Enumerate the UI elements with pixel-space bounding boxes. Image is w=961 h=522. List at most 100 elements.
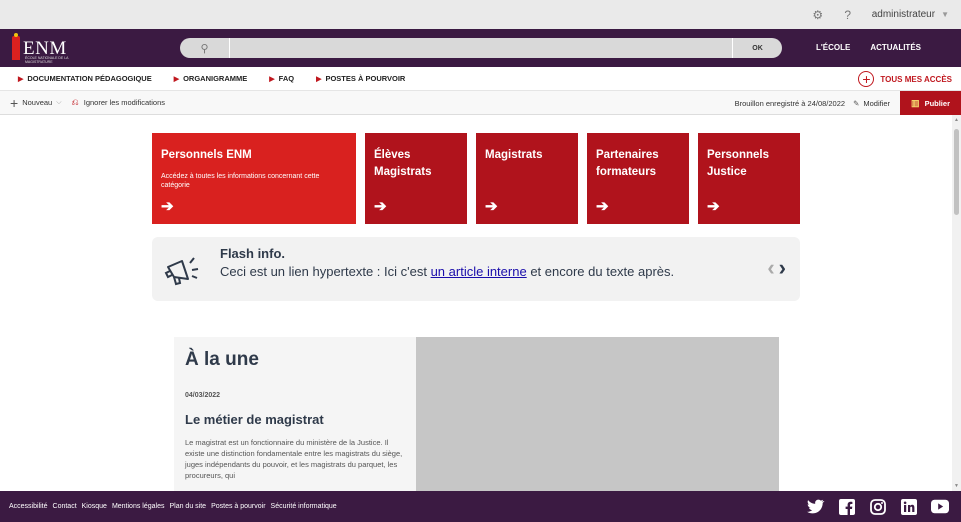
nav-actualites[interactable]: ACTUALITÉS xyxy=(870,43,921,52)
main-nav: ▶ DOCUMENTATION PÉDAGOGIQUE ▶ ORGANIGRAMME… xyxy=(0,67,961,91)
discard-changes-button[interactable]: ⎌ Ignorer les modifications xyxy=(72,97,166,108)
nav-label: POSTES À POURVOIR xyxy=(325,74,406,83)
plus-icon: + xyxy=(10,94,19,111)
youtube-icon[interactable] xyxy=(931,498,949,515)
flash-title: Flash info. xyxy=(220,246,285,261)
flash-text-before: Ceci est un lien hypertexte : Ici c'est xyxy=(220,264,431,279)
scroll-up-icon[interactable]: ▲ xyxy=(954,117,959,123)
chevron-right-icon[interactable]: › xyxy=(779,257,786,279)
search-input[interactable] xyxy=(230,38,732,58)
site-footer: Accessibilité Contact Kiosque Mentions l… xyxy=(0,491,961,522)
footer-link-kiosque[interactable]: Kiosque xyxy=(82,503,107,510)
all-access-label: TOUS MES ACCÈS xyxy=(880,74,952,84)
publish-label: Publier xyxy=(924,98,950,108)
all-access-button[interactable]: + TOUS MES ACCÈS xyxy=(858,71,952,87)
twitter-icon[interactable] xyxy=(807,498,825,515)
footer-link-contact[interactable]: Contact xyxy=(53,503,77,510)
nav-organigramme[interactable]: ▶ ORGANIGRAMME xyxy=(174,74,248,83)
footer-link-plan[interactable]: Plan du site xyxy=(169,503,206,510)
tile-magistrats[interactable]: Magistrats ➔ xyxy=(476,133,578,224)
edit-button[interactable]: ✎ Modifier xyxy=(853,99,890,108)
chevron-left-icon[interactable]: ‹ xyxy=(767,257,774,279)
arrow-right-icon: ➔ xyxy=(596,198,609,215)
article-title[interactable]: Le métier de magistrat xyxy=(185,412,324,427)
page-scrollbar[interactable]: ▲ ▼ xyxy=(952,115,961,491)
chevron-down-icon: ▼ xyxy=(941,10,949,19)
logo-mark-icon xyxy=(12,33,20,60)
header-nav: L'ÉCOLE ACTUALITÉS xyxy=(816,43,921,52)
tile-title: Partenaires formateurs xyxy=(596,149,659,179)
footer-link-accessibilite[interactable]: Accessibilité xyxy=(9,503,48,510)
new-label: Nouveau xyxy=(22,98,53,107)
user-name: administrateur xyxy=(871,9,936,20)
nav-postes[interactable]: ▶ POSTES À POURVOIR xyxy=(316,74,405,83)
linkedin-icon[interactable] xyxy=(900,498,918,515)
flash-article-link[interactable]: un article interne xyxy=(431,264,527,279)
footer-link-securite[interactable]: Sécurité informatique xyxy=(271,503,337,510)
publish-icon: ▥ xyxy=(911,97,920,108)
tile-title: Personnels Justice xyxy=(707,149,769,179)
triangle-right-icon: ▶ xyxy=(173,75,180,83)
section-heading: À la une xyxy=(185,349,259,370)
tile-partenaires-formateurs[interactable]: Partenaires formateurs ➔ xyxy=(587,133,689,224)
nav-label: DOCUMENTATION PÉDAGOGIQUE xyxy=(27,74,152,83)
chevron-down-icon: ⌵ xyxy=(56,98,62,106)
megaphone-icon xyxy=(164,257,199,286)
article-image-placeholder xyxy=(416,337,779,491)
tile-personnels-justice[interactable]: Personnels Justice ➔ xyxy=(698,133,800,224)
tile-title: Élèves Magistrats xyxy=(374,149,432,179)
category-tiles: Personnels ENM Accédez à toutes les info… xyxy=(152,133,809,224)
tile-description: Accédez à toutes les informations concer… xyxy=(161,173,320,190)
site-header: ENM ÉCOLE NATIONALE DE LA MAGISTRATURE ⚲… xyxy=(0,29,961,67)
facebook-icon[interactable] xyxy=(838,498,856,515)
nav-documentation[interactable]: ▶ DOCUMENTATION PÉDAGOGIQUE xyxy=(18,74,152,83)
social-links xyxy=(807,498,949,515)
tile-eleves-magistrats[interactable]: Élèves Magistrats ➔ xyxy=(365,133,467,224)
flash-pager: ‹ › xyxy=(767,257,786,279)
triangle-right-icon: ▶ xyxy=(18,75,24,83)
scroll-down-icon[interactable]: ▼ xyxy=(954,483,959,489)
arrow-right-icon: ➔ xyxy=(374,198,387,215)
discard-icon: ⎌ xyxy=(71,97,79,107)
footer-link-mentions[interactable]: Mentions légales xyxy=(112,503,165,510)
help-icon[interactable]: ? xyxy=(840,8,856,22)
search-icon: ⚲ xyxy=(180,38,230,58)
tile-personnels-enm[interactable]: Personnels ENM Accédez à toutes les info… xyxy=(152,133,356,224)
instagram-icon[interactable] xyxy=(869,498,887,515)
draft-status: Brouillon enregistré à 24/08/2022 xyxy=(734,98,846,108)
edit-toolbar: + Nouveau ⌵ ⎌ Ignorer les modifications … xyxy=(0,91,961,115)
tile-title: Magistrats xyxy=(485,149,543,161)
publish-button[interactable]: ▥ Publier xyxy=(900,91,961,115)
logo-text: ENM xyxy=(23,37,67,59)
nav-label: FAQ xyxy=(278,74,295,83)
discard-label: Ignorer les modifications xyxy=(83,98,166,107)
plus-circle-icon: + xyxy=(858,71,875,87)
nav-faq[interactable]: ▶ FAQ xyxy=(269,74,294,83)
suite-bar: ⚙ ? administrateur ▼ xyxy=(0,0,961,29)
nav-ecole[interactable]: L'ÉCOLE xyxy=(816,43,850,52)
article-excerpt: Le magistrat est un fonctionnaire du min… xyxy=(185,438,403,480)
enm-logo[interactable]: ENM ÉCOLE NATIONALE DE LA MAGISTRATURE xyxy=(12,33,72,64)
arrow-right-icon: ➔ xyxy=(707,198,720,215)
nav-label: ORGANIGRAMME xyxy=(183,74,248,83)
pencil-icon: ✎ xyxy=(853,98,860,108)
headline-card: À la une 04/03/2022 Le métier de magistr… xyxy=(174,337,416,491)
flash-text-after: et encore du texte après. xyxy=(526,264,675,279)
edit-label: Modifier xyxy=(863,98,891,108)
tile-title: Personnels ENM xyxy=(161,149,252,161)
flash-info-banner: Flash info. Ceci est un lien hypertexte … xyxy=(152,237,800,301)
scrollbar-thumb[interactable] xyxy=(954,129,959,215)
arrow-right-icon: ➔ xyxy=(161,198,174,215)
arrow-right-icon: ➔ xyxy=(485,198,498,215)
flash-text: Ceci est un lien hypertexte : Ici c'est … xyxy=(220,264,674,279)
search-ok-button[interactable]: OK xyxy=(732,38,782,58)
triangle-right-icon: ▶ xyxy=(316,75,322,83)
logo-subtitle: ÉCOLE NATIONALE DE LA MAGISTRATURE xyxy=(25,56,69,64)
triangle-right-icon: ▶ xyxy=(269,75,275,83)
article-date: 04/03/2022 xyxy=(185,392,221,399)
new-button[interactable]: + Nouveau ⌵ xyxy=(10,96,62,110)
footer-link-postes[interactable]: Postes à pourvoir xyxy=(211,503,265,510)
gear-icon[interactable]: ⚙ xyxy=(810,8,826,22)
user-menu[interactable]: administrateur ▼ xyxy=(872,9,949,20)
search-box: ⚲ OK xyxy=(180,38,782,58)
